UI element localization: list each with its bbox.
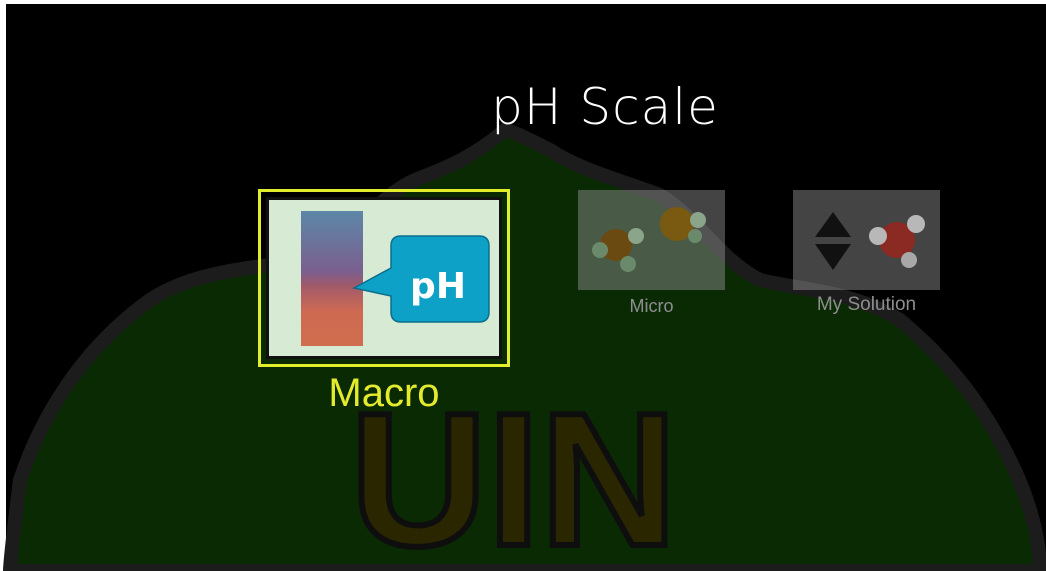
my-solution-screen-button[interactable] xyxy=(793,190,940,290)
ph-meter-icon: pH xyxy=(301,211,490,346)
macro-label[interactable]: Macro xyxy=(258,371,510,416)
up-down-molecule-icon xyxy=(815,212,925,270)
molecule-atom xyxy=(620,256,636,272)
down-arrow-icon xyxy=(815,244,851,270)
macro-icon-frame: pH xyxy=(266,197,502,359)
water-hydrogen xyxy=(869,227,887,245)
molecule-atom xyxy=(592,242,608,258)
molecule-atom xyxy=(628,228,644,244)
up-arrow-icon xyxy=(815,212,851,237)
micro-label[interactable]: Micro xyxy=(578,296,725,317)
micro-screen-button[interactable] xyxy=(578,190,725,290)
water-hydrogen xyxy=(907,215,925,233)
app-window: UIN pH Scale pH Macro Micro My Solution xyxy=(0,0,1046,571)
my-solution-label[interactable]: My Solution xyxy=(793,294,940,316)
molecule-atom xyxy=(690,212,706,228)
page-title: pH Scale xyxy=(491,78,719,136)
ph-color-bar xyxy=(301,211,363,346)
ph-bubble-text: pH xyxy=(410,266,466,307)
macro-screen-button[interactable]: pH xyxy=(258,189,510,367)
water-hydrogen xyxy=(901,252,917,268)
molecule-atom xyxy=(688,229,702,243)
molecules-icon xyxy=(592,207,706,272)
